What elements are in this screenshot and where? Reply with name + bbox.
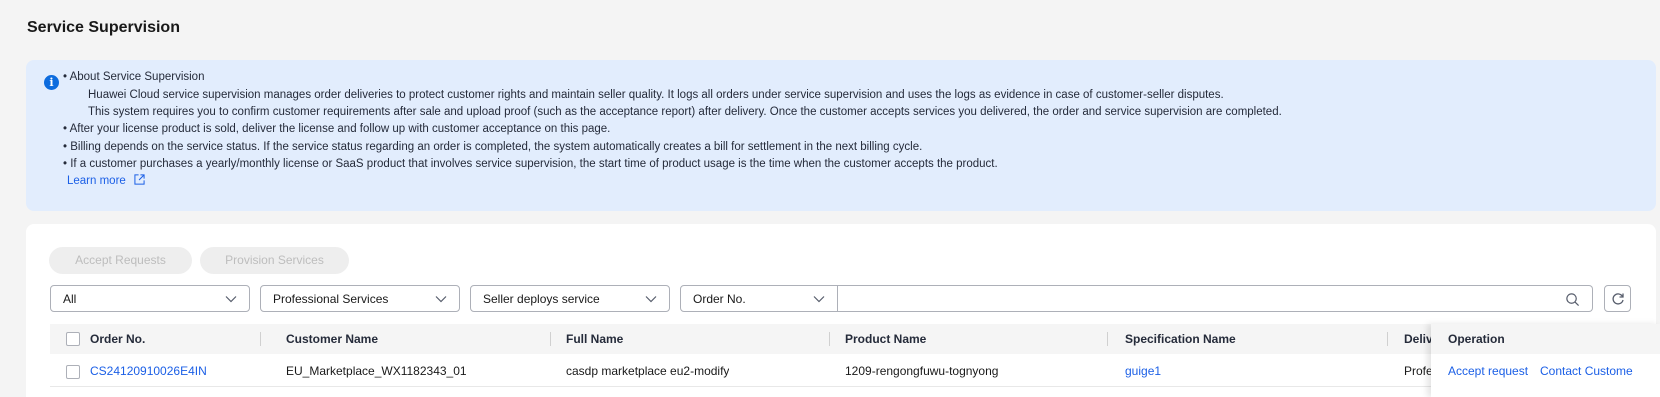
chevron-down-icon: [813, 296, 825, 303]
notice-paragraph-2: This system requires you to confirm cust…: [88, 106, 1282, 118]
notice-heading: • About Service Supervision: [63, 71, 205, 83]
notice-bullet-license: • After your license product is sold, de…: [63, 123, 611, 135]
refresh-button[interactable]: [1604, 285, 1631, 312]
order-no-link[interactable]: CS24120910026E4IN: [90, 356, 207, 387]
provision-services-button[interactable]: Provision Services: [200, 247, 349, 274]
contact-customer-link[interactable]: Contact Custome: [1540, 356, 1658, 387]
column-divider: [1387, 332, 1388, 346]
chevron-down-icon: [435, 296, 447, 303]
notice-paragraph-1: Huawei Cloud service supervision manages…: [88, 89, 1224, 101]
column-operation: Operation: [1448, 332, 1505, 346]
refresh-icon: [1612, 293, 1624, 305]
column-divider: [1107, 332, 1108, 346]
operation-header-bg: Operation: [1431, 324, 1660, 354]
customer-name-cell: EU_Marketplace_WX1182343_01: [286, 364, 467, 378]
column-product-name[interactable]: Product Name: [845, 324, 926, 354]
learn-more-label: Learn more: [67, 175, 126, 187]
column-divider: [260, 332, 261, 346]
accept-requests-button[interactable]: Accept Requests: [49, 247, 192, 274]
page-title: Service Supervision: [27, 19, 180, 36]
table-header: Order No. Customer Name Full Name Produc…: [50, 324, 1656, 354]
search-input[interactable]: [838, 285, 1593, 312]
chevron-down-icon: [645, 296, 657, 303]
operation-column: Operation Accept request Contact Custome: [1431, 324, 1660, 397]
column-divider: [550, 332, 551, 346]
row-checkbox[interactable]: [66, 365, 80, 379]
table-row: CS24120910026E4IN EU_Marketplace_WX11823…: [50, 356, 1656, 387]
full-name-cell: casdp marketplace eu2-modify: [566, 364, 730, 378]
spec-name-link[interactable]: guige1: [1125, 356, 1161, 387]
column-full-name[interactable]: Full Name: [566, 324, 623, 354]
chevron-down-icon: [225, 296, 237, 303]
column-customer-name[interactable]: Customer Name: [286, 324, 378, 354]
notice-bullet-billing: • Billing depends on the service status.…: [63, 141, 923, 153]
search-field-value: Order No.: [693, 292, 746, 306]
column-divider: [829, 332, 830, 346]
search-field-select[interactable]: Order No.: [680, 285, 838, 312]
column-spec-name[interactable]: Specification Name: [1125, 324, 1236, 354]
external-link-icon: [134, 174, 145, 185]
product-name-cell: 1209-rengongfuwu-tognyong: [845, 364, 999, 378]
accept-request-link[interactable]: Accept request: [1448, 356, 1528, 387]
status-select-value: All: [63, 292, 77, 306]
status-select[interactable]: All: [50, 285, 250, 312]
select-all-checkbox[interactable]: [66, 332, 80, 346]
deploy-mode-select[interactable]: Seller deploys service: [470, 285, 670, 312]
deploy-mode-value: Seller deploys service: [483, 292, 600, 306]
learn-more-link[interactable]: Learn more: [67, 174, 145, 188]
info-icon: i: [44, 75, 59, 90]
delivery-cell: Profe: [1404, 364, 1432, 378]
service-type-value: Professional Services: [273, 292, 389, 306]
notice-bullet-usage: • If a customer purchases a yearly/month…: [63, 158, 998, 170]
search-icon[interactable]: [1565, 292, 1580, 307]
column-order-no[interactable]: Order No.: [90, 324, 145, 354]
column-delivery[interactable]: Deliv: [1404, 324, 1433, 354]
info-notice: i • About Service Supervision Huawei Clo…: [26, 60, 1656, 211]
service-type-select[interactable]: Professional Services: [260, 285, 460, 312]
